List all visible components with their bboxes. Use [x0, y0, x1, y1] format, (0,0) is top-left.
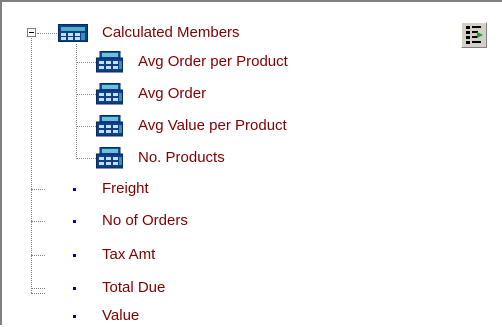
tree-guide-line — [76, 62, 96, 63]
measure-bullet-icon — [73, 315, 76, 318]
calculated-members-folder-icon — [58, 24, 88, 42]
tree-guide-line — [37, 33, 57, 34]
calculated-member-icon — [96, 83, 123, 105]
tree-node-measure[interactable]: Total Due — [62, 277, 262, 299]
measure-bullet-icon — [73, 287, 76, 290]
tree-node-label: No. Products — [138, 149, 225, 166]
tree-node-calculated-member[interactable]: Avg Order — [96, 83, 356, 105]
tree-guide-line — [31, 255, 45, 256]
tree-node-calculated-member[interactable]: Avg Value per Product — [96, 115, 356, 137]
calculated-member-icon — [96, 147, 123, 169]
tree-node-label: Tax Amt — [102, 246, 156, 263]
tree-node-calculated-member[interactable]: No. Products — [96, 147, 356, 169]
tree-guide-line — [31, 221, 45, 222]
tree-node-label: Avg Order — [138, 85, 207, 102]
tree-guide-line — [31, 293, 45, 294]
tree-node-calculated-members[interactable]: Calculated Members — [56, 22, 316, 44]
tree-guide-line — [31, 288, 45, 289]
tree-guide-line — [76, 158, 96, 159]
tree-node-measure[interactable]: Freight — [62, 178, 262, 200]
tree-node-measure[interactable]: Value — [62, 305, 262, 327]
collapse-toggle-icon[interactable] — [27, 28, 36, 37]
tree-guide-line — [76, 126, 96, 127]
tree-panel: Calculated Members Avg Order per Product — [0, 0, 502, 325]
calculated-member-icon — [96, 115, 123, 137]
tree-guide-line — [31, 189, 45, 190]
tree-node-measure[interactable]: No of Orders — [62, 210, 262, 232]
tree-node-label: No of Orders — [102, 212, 188, 229]
calculated-member-icon — [96, 51, 123, 73]
tree-node-label: Value — [102, 307, 140, 324]
tree-options-button[interactable] — [461, 22, 487, 48]
measure-bullet-icon — [73, 188, 76, 191]
tree-node-label: Freight — [102, 180, 149, 197]
tree-options-icon — [466, 26, 483, 44]
tree-node-label: Avg Order per Product — [138, 53, 288, 70]
tree-guide-line — [76, 94, 96, 95]
tree-node-calculated-member[interactable]: Avg Order per Product — [96, 51, 356, 73]
tree-node-label: Calculated Members — [102, 24, 240, 41]
tree-node-label: Total Due — [102, 279, 166, 296]
tree-node-label: Avg Value per Product — [138, 117, 287, 134]
measure-bullet-icon — [73, 254, 76, 257]
tree-node-measure[interactable]: Tax Amt — [62, 244, 262, 266]
measure-bullet-icon — [73, 220, 76, 223]
